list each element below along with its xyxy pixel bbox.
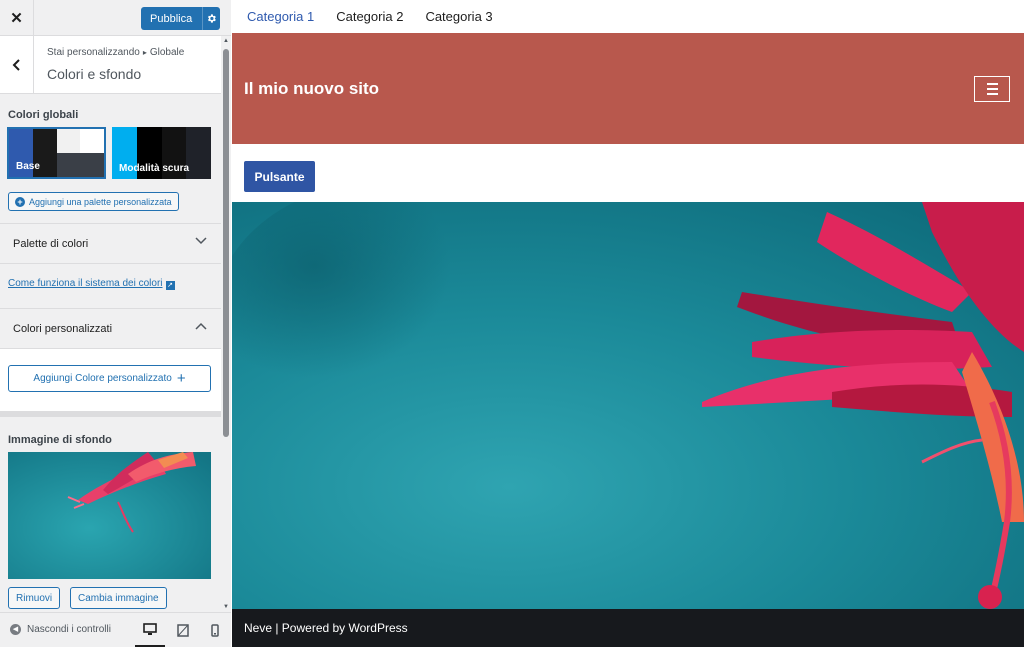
background-image (232, 202, 1024, 609)
section-title-area: Stai personalizzando ▸ Globale Colori e sf… (0, 36, 221, 94)
desktop-preview-button[interactable] (135, 613, 165, 647)
sidebar-scrollbar[interactable]: ▲ ▼ (221, 36, 231, 612)
palette-dark-mode[interactable]: Modalità scura (112, 127, 211, 179)
hide-controls-button[interactable]: ◀ Nascondi i controlli (10, 624, 111, 635)
nav-item-categoria-3[interactable]: Categoria 3 (425, 9, 492, 24)
tablet-preview-button[interactable] (168, 613, 198, 647)
scroll-down-arrow-icon[interactable]: ▼ (223, 604, 229, 610)
hamburger-line (986, 88, 998, 90)
background-image-heading: Immagine di sfondo (8, 434, 112, 446)
palette-dark-mode-label: Modalità scura (119, 162, 190, 174)
background-image-panel: Immagine di sfondo Rimuovi Cambia immagi… (0, 411, 221, 612)
remove-image-button[interactable]: Rimuovi (8, 587, 61, 609)
add-custom-color-button[interactable]: Aggiungi Colore personalizzato + (8, 365, 211, 392)
primary-button[interactable]: Pulsante (244, 161, 315, 192)
section-title: Colori e sfondo (47, 66, 142, 82)
add-custom-color-label: Aggiungi Colore personalizzato (33, 373, 172, 384)
breadcrumb-section: Globale (149, 47, 185, 58)
site-footer: Neve | Powered by WordPress (232, 609, 1024, 647)
hamburger-line (986, 93, 998, 95)
plus-icon: + (176, 370, 186, 387)
menu-toggle-button[interactable] (974, 76, 1010, 102)
site-header: Il mio nuovo sito (232, 33, 1024, 144)
global-colors-panel: Colori globali Base Modalità scura + Agg… (0, 94, 221, 223)
collapse-arrow-icon: ◀ (10, 624, 21, 635)
desktop-icon (143, 622, 157, 635)
background-image-thumbnail[interactable] (8, 452, 211, 579)
help-link-row: Come funziona il sistema dei colori ↗ (0, 264, 221, 308)
site-preview: Categoria 1 Categoria 2 Categoria 3 Il m… (232, 0, 1024, 647)
mobile-icon (211, 624, 219, 637)
palette-base-label: Base (16, 160, 40, 172)
breadcrumb-arrow-icon: ▸ (142, 48, 147, 57)
mobile-preview-button[interactable] (200, 613, 230, 647)
nav-item-categoria-1[interactable]: Categoria 1 (247, 9, 314, 24)
add-palette-button[interactable]: + Aggiungi una palette personalizzata (8, 192, 179, 211)
breadcrumb: Stai personalizzando ▸ Globale (47, 47, 184, 58)
scroll-up-arrow-icon[interactable]: ▲ (223, 38, 229, 44)
custom-colors-panel: Aggiungi Colore personalizzato + (0, 349, 221, 411)
chevron-left-icon (12, 58, 20, 71)
breadcrumb-prefix: Stai personalizzando (47, 47, 140, 58)
color-palette-accordion[interactable]: Palette di colori (0, 223, 221, 264)
site-title[interactable]: Il mio nuovo sito (244, 79, 379, 99)
back-button[interactable] (0, 36, 34, 93)
color-palette-title: Palette di colori (13, 238, 89, 250)
hamburger-line (986, 83, 998, 85)
tablet-icon (177, 624, 189, 637)
close-customizer-button[interactable]: ✕ (0, 0, 34, 36)
controls-scroll-area: Colori globali Base Modalità scura + Agg… (0, 94, 221, 612)
publish-button[interactable]: Pubblica (141, 7, 220, 30)
chevron-up-icon (195, 321, 207, 333)
color-system-help-label: Come funziona il sistema dei colori (8, 278, 163, 289)
palette-base[interactable]: Base (7, 127, 106, 179)
customizer-sidebar: ✕ Pubblica Stai personalizzando ▸ Globale … (0, 0, 231, 647)
nav-item-categoria-2[interactable]: Categoria 2 (336, 9, 403, 24)
color-system-help-link[interactable]: Come funziona il sistema dei colori ↗ (8, 278, 175, 290)
custom-colors-title: Colori personalizzati (13, 323, 113, 335)
chevron-down-icon (195, 236, 207, 248)
publish-button-label: Pubblica (150, 12, 193, 25)
add-palette-label: Aggiungi una palette personalizzata (29, 196, 172, 207)
top-navigation: Categoria 1 Categoria 2 Categoria 3 (232, 0, 1024, 33)
plus-circle-icon: + (15, 196, 25, 207)
gear-icon[interactable] (202, 7, 220, 30)
footer-credit: Neve | Powered by WordPress (244, 621, 408, 635)
hide-controls-label: Nascondi i controlli (27, 624, 111, 635)
external-link-icon: ↗ (165, 281, 175, 290)
customizer-header: ✕ Pubblica (0, 0, 231, 36)
custom-colors-accordion[interactable]: Colori personalizzati (0, 308, 221, 349)
customizer-footer: ◀ Nascondi i controlli (0, 612, 231, 647)
change-image-button[interactable]: Cambia immagine (70, 587, 167, 609)
scrollbar-thumb[interactable] (223, 49, 229, 437)
global-colors-heading: Colori globali (8, 109, 79, 121)
button-row: Pulsante (232, 144, 1024, 202)
